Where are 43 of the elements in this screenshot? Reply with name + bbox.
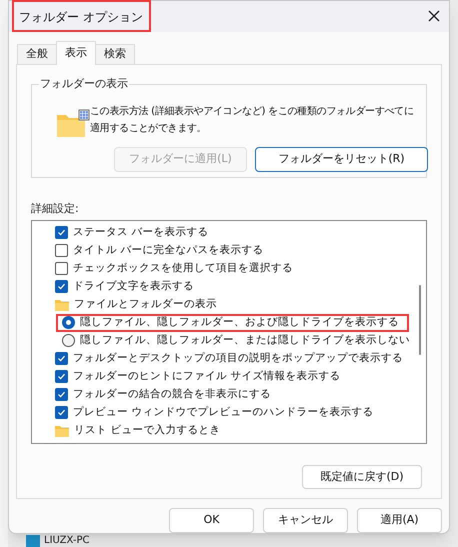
computer-label[interactable]: LIUZX-PC [44, 535, 90, 547]
folder-view-icon [56, 108, 90, 139]
checkbox[interactable] [55, 280, 68, 294]
option-label[interactable]: ドライブ文字を表示する [73, 278, 194, 295]
section-label: 詳細設定: [31, 202, 80, 216]
option-label[interactable]: チェックボックスを使用して項目を選択する [73, 260, 293, 277]
ok-button[interactable]: OK [169, 508, 254, 533]
option-label[interactable]: 隠しファイル、隠しフォルダー、または隠しドライブを表示しない [80, 332, 410, 349]
restore-defaults-button[interactable]: 既定値に戻す(D) [302, 464, 422, 489]
check-icon [57, 228, 66, 238]
folder-icon [55, 298, 69, 311]
checkbox[interactable] [55, 370, 68, 384]
tab[interactable]: 検索 [95, 44, 135, 65]
reset-folders-button[interactable]: フォルダーをリセット(R) [255, 146, 428, 172]
group-label[interactable]: リスト ビューで入力するとき [74, 422, 220, 439]
apply-button[interactable]: 適用(A) [357, 508, 442, 533]
window-title: フォルダー オプション [18, 10, 144, 24]
description-text: この表示方法 (詳細表示やアイコンなど) をこの種類のフォルダーすべてに適用することができます。 [90, 104, 415, 136]
option-label[interactable]: タイトル バーに完全なパスを表示する [73, 242, 264, 259]
option-label[interactable]: フォルダーとデスクトップの項目の説明をポップアップで表示する [73, 350, 403, 367]
settings-list[interactable] [31, 220, 427, 444]
option-label[interactable]: ステータス バーを表示する [73, 224, 208, 241]
option-label[interactable]: プレビュー ウィンドウでプレビューのハンドラーを表示する [73, 404, 374, 421]
option-label[interactable]: フォルダーのヒントにファイル サイズ情報を表示する [73, 368, 340, 385]
group-label[interactable]: ファイルとフォルダーの表示 [74, 296, 217, 313]
close-icon[interactable] [427, 9, 441, 24]
computer-icon [26, 535, 40, 547]
checkbox[interactable] [55, 388, 68, 402]
scrollbar-thumb[interactable] [419, 284, 421, 355]
checkbox[interactable] [55, 244, 68, 258]
option-label[interactable]: フォルダーの結合の競合を非表示にする [73, 386, 271, 403]
check-icon [57, 282, 66, 292]
checkbox[interactable] [55, 262, 68, 276]
radio-button[interactable] [62, 334, 75, 348]
tab[interactable]: 表示 [56, 40, 96, 65]
tab[interactable]: 全般 [17, 44, 57, 65]
radio-button[interactable] [62, 316, 75, 330]
checkbox[interactable] [55, 352, 68, 366]
checkbox[interactable] [55, 226, 68, 240]
checkbox[interactable] [55, 406, 68, 420]
folder-icon [55, 424, 69, 437]
option-label[interactable]: 隠しファイル、隠しフォルダー、および隠しドライブを表示する [80, 315, 399, 331]
cancel-button[interactable]: キャンセル [263, 508, 348, 533]
